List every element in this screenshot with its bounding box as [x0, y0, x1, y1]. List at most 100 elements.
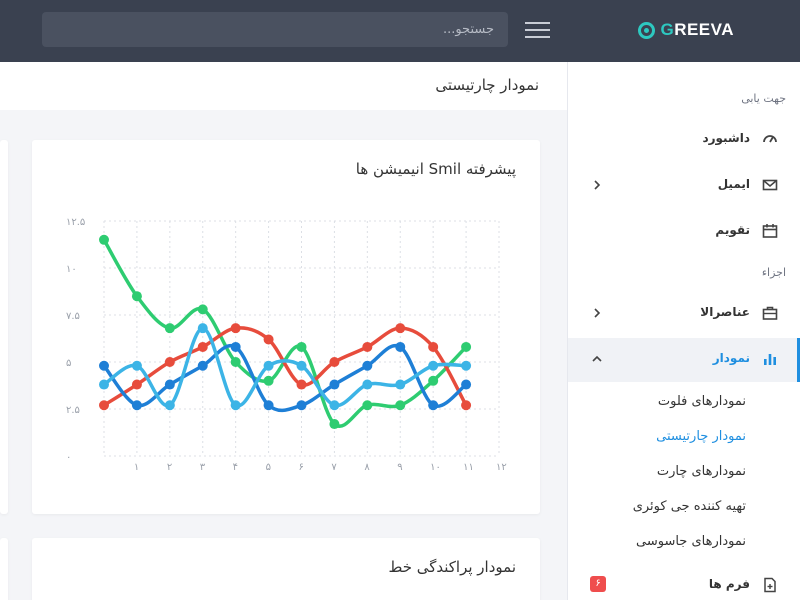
- series-2-point: [263, 334, 274, 345]
- submenu-item-chartist[interactable]: نمودار چارتیستی: [656, 429, 746, 444]
- page-title: نمودار چارتیستی: [435, 76, 539, 94]
- mail-icon: [762, 179, 778, 191]
- series-3-point: [131, 400, 142, 411]
- brand-logo[interactable]: GREEVA: [638, 19, 734, 41]
- series-1-point: [230, 357, 241, 367]
- card-left-partial: [0, 140, 8, 514]
- chevron-left-icon: [594, 308, 601, 318]
- sidebar-item-label: نمودار: [712, 351, 750, 365]
- series-3-point: [329, 379, 340, 390]
- submenu-item-jquery-knob[interactable]: تهیه کننده جی کوئری: [633, 499, 746, 514]
- x-tick-label: ۳: [200, 462, 206, 473]
- series-3-point: [362, 360, 373, 371]
- series-3-point: [395, 341, 406, 352]
- form-document-icon: [764, 577, 776, 593]
- series-1-point: [197, 304, 208, 315]
- forms-count-badge: ۶: [590, 576, 606, 592]
- sidebar-item-calendar[interactable]: تقویم: [568, 210, 800, 254]
- series-1-point: [99, 234, 109, 245]
- top-navbar: GREEVA: [0, 0, 800, 62]
- series-2-point: [131, 379, 142, 390]
- series-1-point: [428, 375, 439, 386]
- sidebar-section-navigation: جهت یابی: [741, 92, 786, 105]
- series-2-point: [197, 341, 208, 352]
- search-input[interactable]: [42, 12, 508, 47]
- chevron-left-icon: [594, 180, 601, 190]
- logo-mark-icon: [638, 21, 656, 39]
- series-2-point: [395, 323, 406, 334]
- calendar-icon: [762, 224, 778, 238]
- sidebar-item-email[interactable]: ایمیل: [568, 164, 800, 208]
- y-tick-label: ۰: [66, 452, 71, 463]
- series-4-point: [329, 400, 340, 411]
- x-tick-label: ۶: [299, 462, 304, 473]
- series-4-point: [296, 360, 307, 371]
- x-tick-label: ۹: [397, 462, 402, 473]
- x-tick-label: ۴: [233, 462, 238, 473]
- dashboard-gauge-icon: [763, 135, 777, 143]
- smil-animation-chart-card: پیشرفته Smil انیمیشن ها ۰ ۲.۵ ۵ ۷.۵ ۱۰ ۱۲.۵ ۱ ۲…: [32, 140, 540, 514]
- series-4-point: [99, 379, 109, 390]
- x-tick-label: ۸: [364, 462, 370, 473]
- series-2-point: [428, 341, 439, 352]
- sidebar-item-elements[interactable]: عناصرالا: [568, 292, 800, 336]
- sidebar-section-components: اجزاء: [761, 266, 786, 279]
- card-left-partial: [0, 538, 8, 600]
- series-3-point: [461, 379, 472, 390]
- sidebar-item-charts[interactable]: نمودار: [568, 338, 800, 382]
- y-tick-label: ۵: [66, 358, 71, 369]
- series-1-point: [164, 323, 175, 334]
- series-3-point: [428, 400, 439, 411]
- series-2-point: [362, 341, 373, 352]
- sidebar-item-label: فرم ها: [708, 577, 750, 591]
- bar-chart-icon: [764, 354, 776, 365]
- series-2-point: [230, 323, 241, 334]
- series-1-point: [395, 400, 406, 411]
- series-2-point: [461, 400, 472, 411]
- series-2-point: [329, 357, 340, 367]
- series-1-point: [131, 291, 142, 302]
- x-tick-label: ۷: [331, 462, 337, 473]
- series-3-point: [99, 360, 109, 371]
- sidebar-item-dashboard[interactable]: داشبورد: [568, 118, 800, 162]
- hamburger-menu-icon[interactable]: [525, 21, 550, 39]
- series-1-point: [296, 341, 307, 352]
- submenu-item-sparkline[interactable]: نمودارهای جاسوسی: [636, 534, 746, 549]
- series-3-point: [263, 400, 274, 411]
- sidebar-item-label: ایمیل: [717, 177, 750, 191]
- brand-name: GREEVA: [660, 20, 734, 39]
- series-1-point: [362, 400, 373, 411]
- smil-line-chart: ۰۲.۵۵۷.۵۱۰۱۲.۵۱ ۲ ۳ ۴ ۵ ۶ ۷ ۸ ۹ ۱۰ ۱۱ ۱۲: [66, 217, 507, 473]
- series-4-point: [230, 400, 241, 411]
- sidebar-item-label: داشبورد: [702, 131, 750, 145]
- series-4-point: [461, 360, 472, 371]
- x-tick-label: ۲: [167, 462, 172, 473]
- series-3-point: [230, 341, 241, 352]
- sidebar: جهت یابی داشبورد ایمیل تقویم اجزاء عناصر…: [567, 62, 800, 600]
- y-tick-label: ۱۰: [66, 264, 77, 275]
- y-tick-label: ۱۲.۵: [66, 217, 85, 228]
- y-tick-label: ۷.۵: [66, 311, 80, 322]
- series-1-point: [461, 341, 472, 352]
- series-4-point: [131, 360, 142, 371]
- series-2-point: [296, 379, 307, 390]
- series-4-point: [395, 379, 406, 390]
- scatter-line-chart-card: نمودار پراکندگی خط: [32, 538, 540, 600]
- card-title: نمودار پراکندگی خط: [388, 558, 516, 576]
- briefcase-icon: [762, 306, 778, 320]
- sidebar-item-label: عناصرالا: [700, 305, 750, 319]
- series-2-point: [99, 400, 109, 411]
- submenu-item-chartjs[interactable]: نمودارهای چارت: [657, 464, 746, 479]
- series-3-point: [296, 400, 307, 411]
- submenu-item-flot-charts[interactable]: نمودارهای فلوت: [658, 394, 746, 409]
- page-header: نمودار چارتیستی: [0, 62, 567, 110]
- series-1-point: [329, 419, 340, 430]
- x-tick-label: ۵: [266, 462, 271, 473]
- sidebar-item-label: تقویم: [715, 223, 750, 237]
- y-tick-label: ۲.۵: [66, 405, 80, 416]
- x-tick-label: ۱۲: [496, 462, 507, 473]
- chevron-up-icon: [592, 355, 602, 362]
- series-4-point: [428, 360, 439, 371]
- series-4-point: [197, 323, 208, 334]
- x-tick-label: ۱۱: [463, 462, 474, 473]
